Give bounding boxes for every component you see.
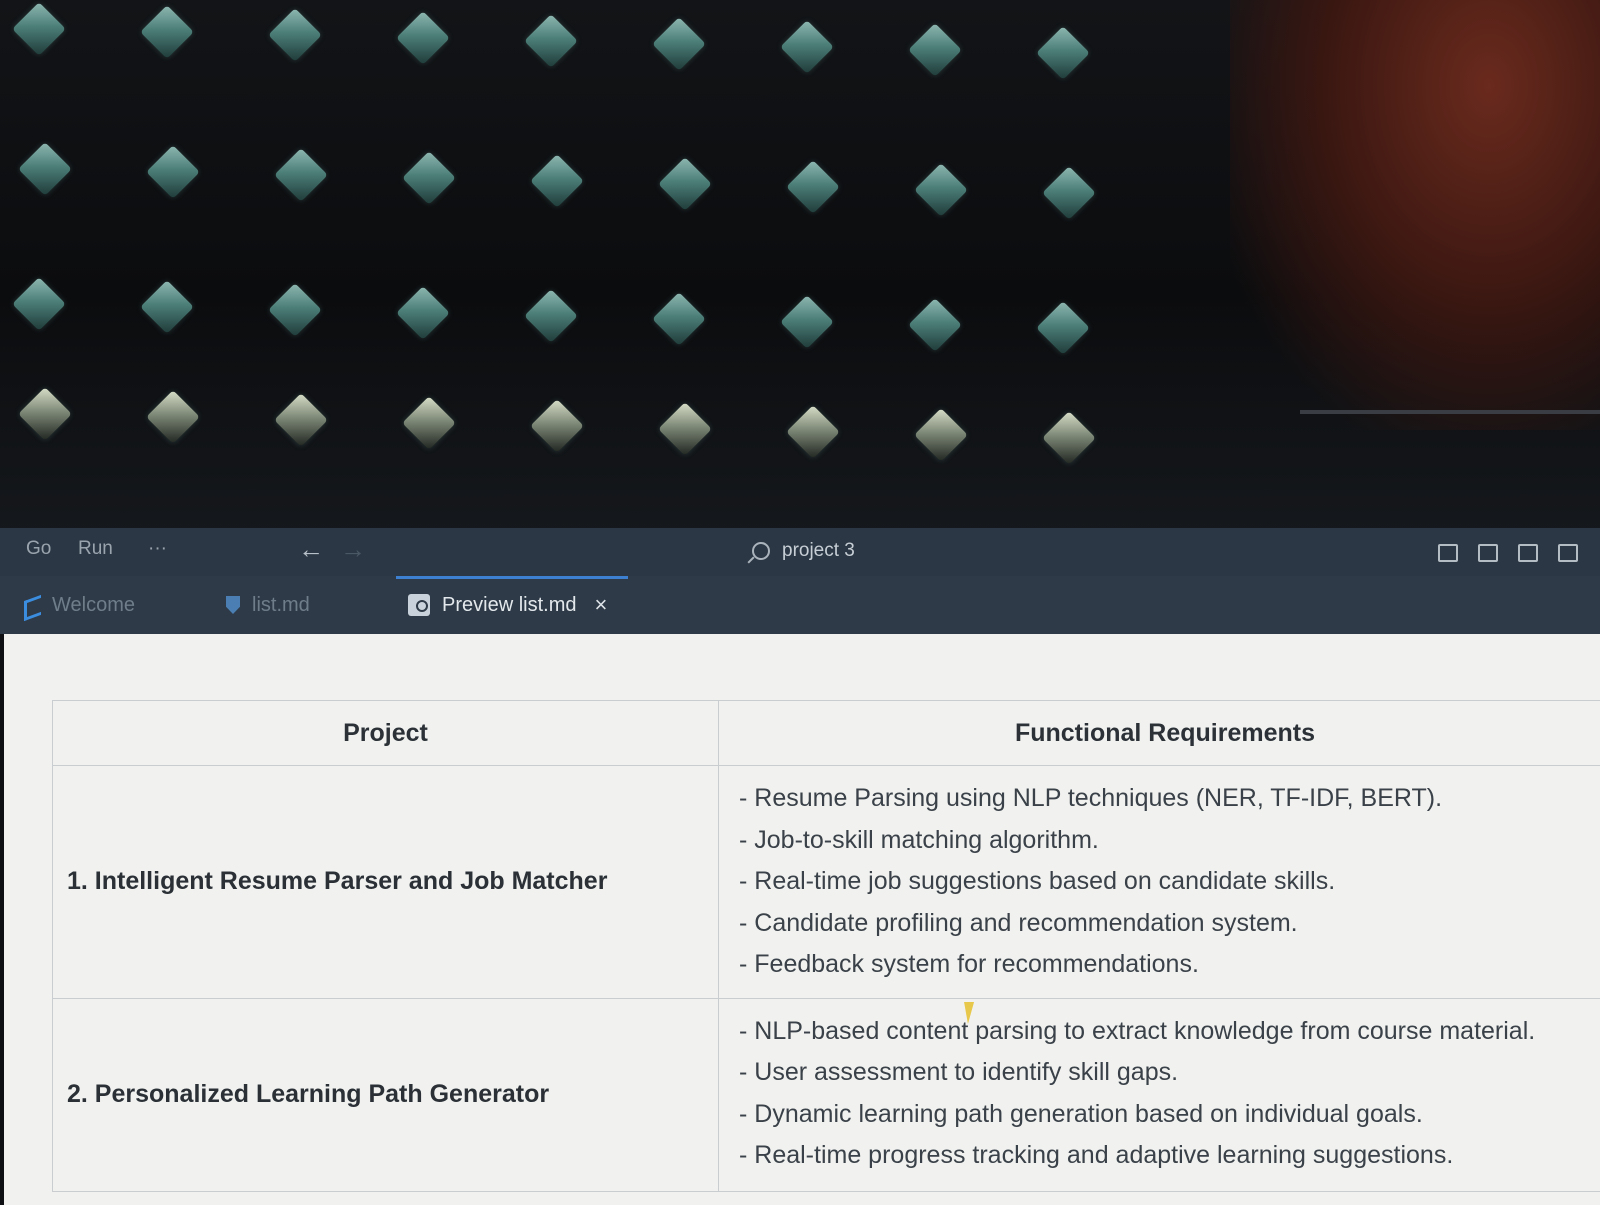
grille-stud <box>780 20 834 74</box>
grille-stud <box>908 23 962 77</box>
grille-stud <box>402 151 456 205</box>
menu-more[interactable]: ··· <box>148 538 167 560</box>
customize-layout-icon[interactable] <box>1558 544 1578 562</box>
grille-stud <box>652 292 706 346</box>
requirement-item: - Job-to-skill matching algorithm. <box>739 825 1099 854</box>
menu-run[interactable]: Run <box>78 538 113 560</box>
table-header-row: Project Functional Requirements <box>52 700 1600 766</box>
column-header-project: Project <box>52 700 719 766</box>
grille-stud <box>658 402 712 456</box>
grille-stud <box>396 11 450 65</box>
requirement-item: - User assessment to identify skill gaps… <box>739 1058 1179 1086</box>
grille-stud <box>786 160 840 214</box>
grille-stud <box>524 14 578 68</box>
grille-stud <box>12 2 66 56</box>
table-row: 1. Intelligent Resume Parser and Job Mat… <box>52 765 1600 999</box>
requirements-cell: - NLP-based content parsing to extract k… <box>718 997 1600 1192</box>
grille-stud <box>524 289 578 343</box>
requirements-table: Project Functional Requirements 1. Intel… <box>52 700 1600 1192</box>
tab-label: Preview list.md <box>442 593 577 616</box>
grille-stud <box>396 286 450 340</box>
requirement-item: - Real-time job suggestions based on can… <box>739 867 1336 895</box>
photo-backdrop <box>0 0 1600 535</box>
grille-stud <box>530 154 584 208</box>
backdrop-edge <box>1300 410 1600 414</box>
mouse-cursor-icon <box>964 1002 988 1024</box>
grille-stud <box>530 399 584 453</box>
grille-stud <box>140 280 194 334</box>
grille-stud <box>274 393 328 447</box>
forward-arrow-icon[interactable]: → <box>340 534 366 565</box>
search-icon <box>752 542 770 560</box>
editor-tab-bar: Welcome list.md Preview list.md × <box>0 576 1600 634</box>
search-text: project 3 <box>782 540 855 561</box>
markdown-icon <box>226 596 240 614</box>
column-header-requirements: Functional Requirements <box>718 700 1600 766</box>
tab-list-md[interactable]: list.md <box>226 576 310 634</box>
requirement-item: - Candidate profiling and recommendation… <box>739 908 1298 937</box>
preview-icon <box>408 594 430 616</box>
tab-label: list.md <box>252 593 310 616</box>
grille-stud <box>146 390 200 444</box>
grille-stud <box>1042 411 1096 465</box>
menu-go[interactable]: Go <box>26 538 51 560</box>
grille-stud <box>786 405 840 459</box>
requirement-item: - NLP-based content parsing to extract k… <box>739 1016 1536 1045</box>
grille-stud <box>658 157 712 211</box>
requirement-item: - Feedback system for recommendations. <box>739 950 1199 978</box>
back-arrow-icon[interactable]: ← <box>298 534 324 565</box>
markdown-preview: Project Functional Requirements 1. Intel… <box>4 634 1600 1205</box>
table-row: 2. Personalized Learning Path Generator … <box>52 997 1600 1192</box>
project-cell: 1. Intelligent Resume Parser and Job Mat… <box>52 765 719 999</box>
toggle-secondary-sidebar-icon[interactable] <box>1518 544 1538 562</box>
grille-stud <box>402 396 456 450</box>
vscode-icon <box>22 594 44 616</box>
grille-stud <box>914 163 968 217</box>
tab-welcome[interactable]: Welcome <box>22 576 135 634</box>
grille-stud <box>914 408 968 462</box>
grille-stud <box>268 8 322 62</box>
tab-label: Welcome <box>52 593 135 616</box>
requirements-cell: - Resume Parsing using NLP techniques (N… <box>718 765 1600 999</box>
grille-stud <box>140 5 194 59</box>
requirement-item: - Resume Parsing using NLP techniques (N… <box>739 784 1443 812</box>
toggle-panel-icon[interactable] <box>1478 544 1498 562</box>
grille-stud <box>908 298 962 352</box>
grille-stud <box>12 277 66 331</box>
active-tab-indicator <box>396 576 628 579</box>
requirement-item: - Real-time progress tracking and adapti… <box>739 1141 1454 1169</box>
grille-stud <box>1036 301 1090 355</box>
backdrop-glow <box>1230 0 1600 430</box>
command-search[interactable]: project 3 <box>752 537 855 565</box>
title-bar: Go Run ··· ← → project 3 <box>0 528 1600 576</box>
grille-stud <box>146 145 200 199</box>
grille-stud <box>274 148 328 202</box>
grille-stud <box>1036 26 1090 80</box>
requirement-item: - Dynamic learning path generation based… <box>739 1099 1423 1128</box>
project-cell: 2. Personalized Learning Path Generator <box>52 997 719 1192</box>
grille-stud <box>268 283 322 337</box>
grille-stud <box>18 387 72 441</box>
tab-preview-list-md[interactable]: Preview list.md × <box>396 576 628 634</box>
grille-stud <box>780 295 834 349</box>
grille-stud <box>652 17 706 71</box>
grille-stud <box>18 142 72 196</box>
grille-stud <box>1042 166 1096 220</box>
toggle-sidebar-icon[interactable] <box>1438 544 1458 562</box>
close-icon[interactable]: × <box>594 592 607 618</box>
